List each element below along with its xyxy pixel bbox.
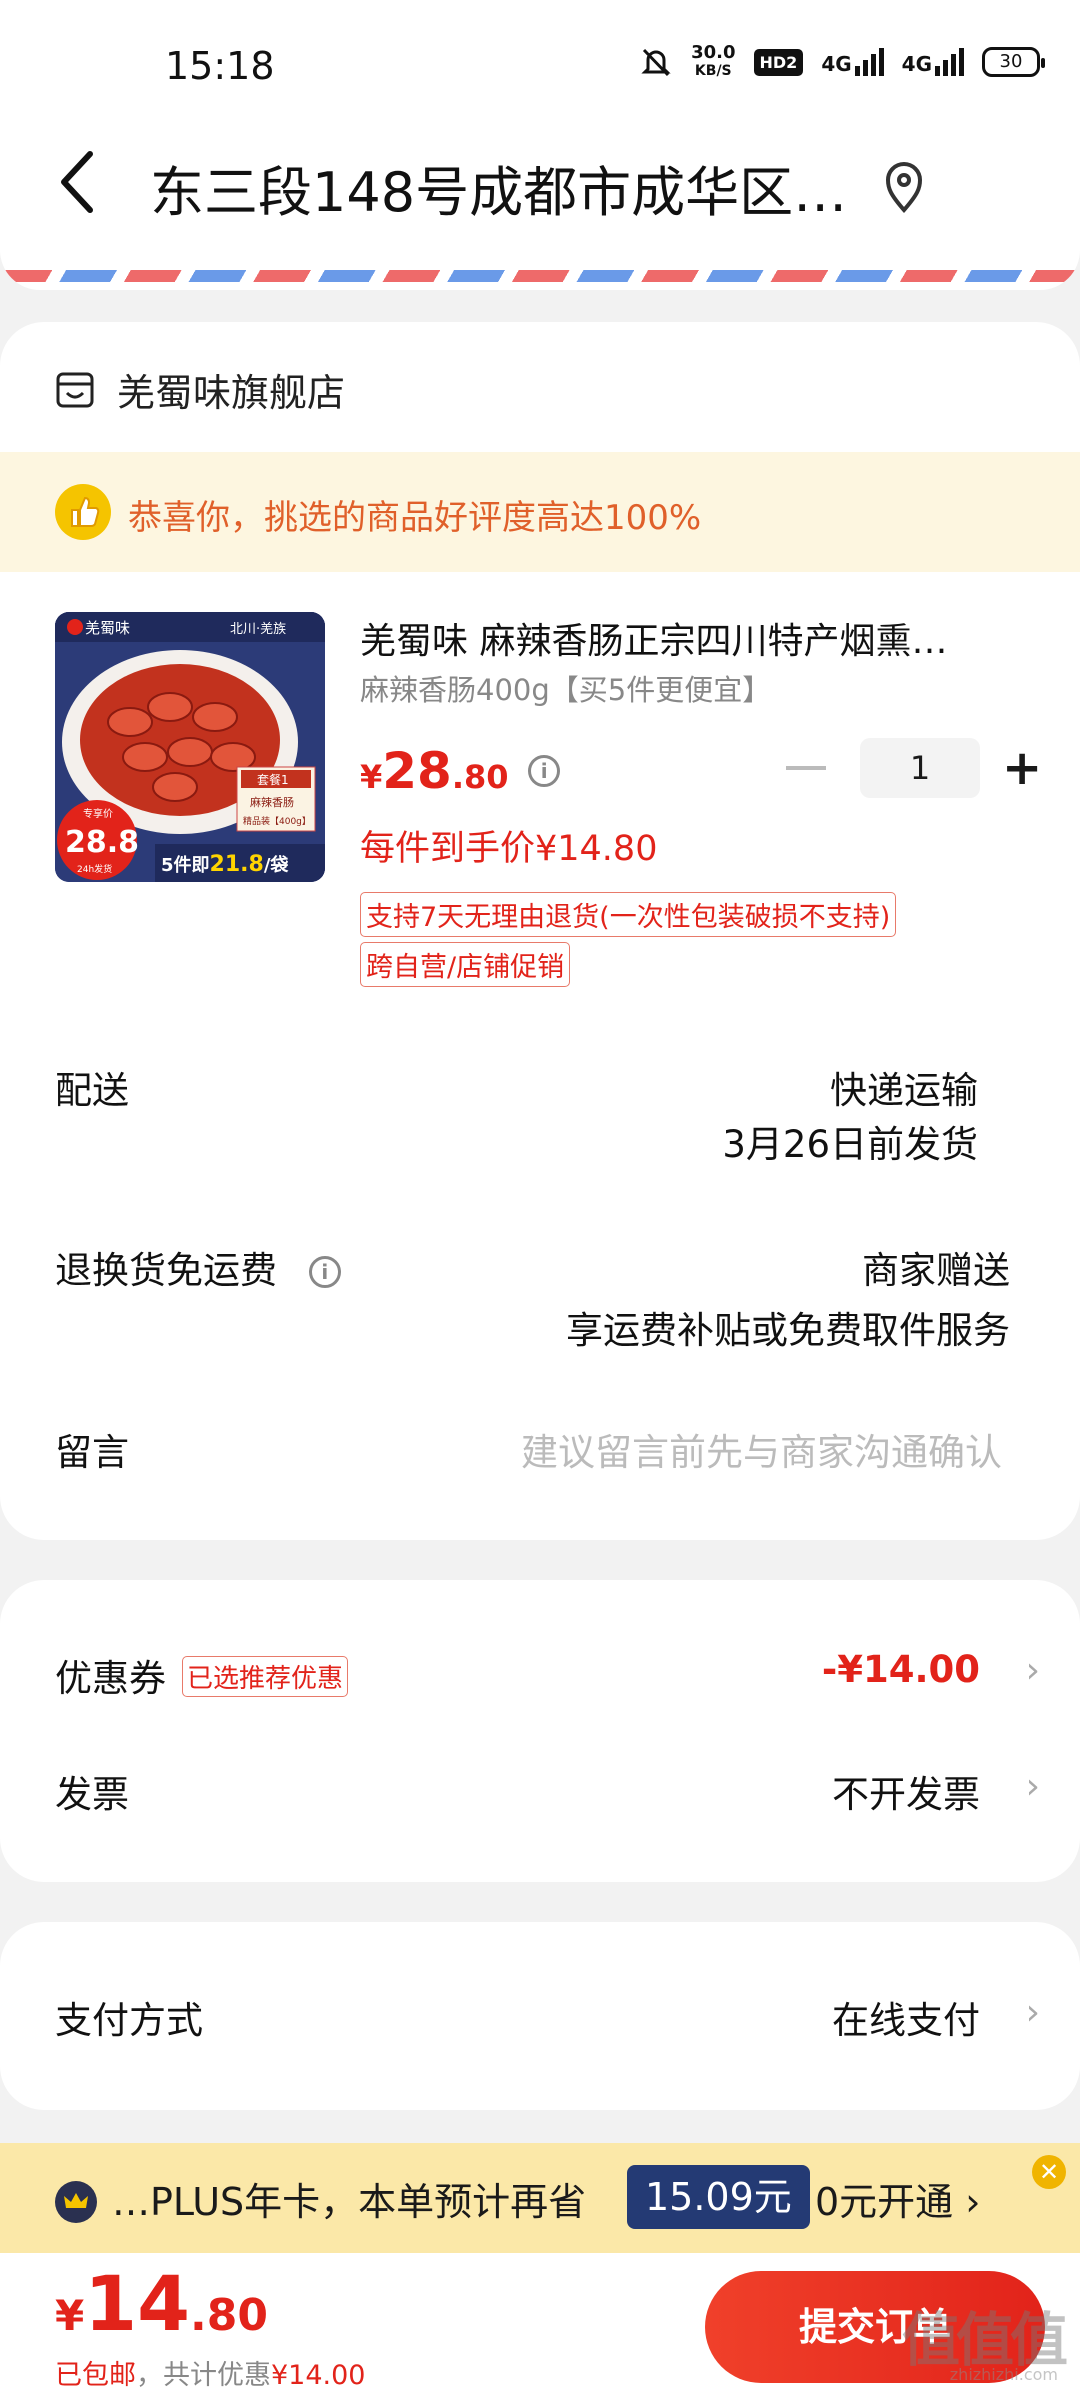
plus-open-link[interactable]: 0元开通 › <box>815 2171 980 2226</box>
location-pin-icon[interactable] <box>880 158 928 216</box>
status-icons: 30.0 KB/S HD2 4G 4G 30 <box>639 42 1045 80</box>
invoice-label: 发票 <box>55 1773 129 1816</box>
coupon-row[interactable]: 优惠券 已选推荐优惠 <box>55 1648 349 1702</box>
product-promo-suffix: /袋 <box>264 854 290 876</box>
message-label: 留言 <box>55 1431 129 1474</box>
delivery-label: 配送 <box>55 1069 129 1112</box>
plus-promo-text: …PLUS年卡，本单预计再省 <box>112 2180 587 2224</box>
payment-value[interactable]: 在线支付 <box>832 1990 980 2044</box>
product-origin-label: 北川·羌族 <box>230 621 286 637</box>
rating-text: 恭喜你，挑选的商品好评度高达100% <box>128 498 702 538</box>
shop-header[interactable]: 羌蜀味旗舰店 <box>55 362 345 417</box>
address-title[interactable]: 东三段148号成都市成华区… <box>150 148 850 227</box>
shop-name: 羌蜀味旗舰店 <box>117 371 346 415</box>
total-price: ¥14.80 <box>55 2259 268 2348</box>
message-input[interactable]: 建议留言前先与商家沟通确认 <box>521 1422 1002 1476</box>
coupon-value[interactable]: -¥14.00 <box>822 1648 980 1691</box>
signal-icon: 4G <box>821 48 884 76</box>
shop-card: 羌蜀味旗舰店 恭喜你，挑选的商品好评度高达100% 羌蜀味 北川·羌族 套餐1 … <box>0 322 1080 1540</box>
hd-voice-icon: HD2 <box>753 48 804 76</box>
product-image[interactable]: 羌蜀味 北川·羌族 套餐1 麻辣香肠 精品装【400g】 专享价 28.8 24… <box>55 612 325 882</box>
product-promo-prefix: 5件即 <box>161 854 210 876</box>
watermark-url: zhizhizhi.com <box>949 2365 1058 2384</box>
total-subtext: 已包邮，共计优惠¥14.00 <box>55 2360 366 2391</box>
product-brand-label: 羌蜀味 <box>85 619 130 637</box>
delivery-date: 3月26日前发货 <box>722 1123 978 1166</box>
promo-tag: 跨自营/店铺促销 <box>360 942 571 987</box>
quantity-value[interactable]: 1 <box>860 738 980 798</box>
return-policy-tag: 支持7天无理由退货(一次性包装破损不支持) <box>360 892 897 937</box>
plus-promo-bar[interactable]: …PLUS年卡，本单预计再省 15.09元 0元开通 › ✕ <box>0 2143 1080 2253</box>
product-set-weight: 精品装【400g】 <box>243 815 311 827</box>
battery-icon: 30 <box>982 47 1045 77</box>
product-price: ¥28.80 i <box>360 742 561 800</box>
back-arrow-icon[interactable] <box>50 142 110 222</box>
return-shipping-label: 退换货免运费 i <box>55 1240 341 1294</box>
payment-card: 支付方式 在线支付 › <box>0 1922 1080 2110</box>
airmail-stripe <box>0 270 1080 282</box>
status-bar: 15:18 30.0 KB/S HD2 4G 4G 30 <box>0 0 1080 120</box>
decrease-button[interactable] <box>786 766 826 770</box>
svg-text:5件即21.8/袋: 5件即21.8/袋 <box>161 852 289 877</box>
header: 东三段148号成都市成华区… <box>0 120 1080 250</box>
quantity-stepper: 1 + <box>786 738 1042 798</box>
rating-banner: 恭喜你，挑选的商品好评度高达100% <box>0 452 1080 572</box>
thumbs-up-icon <box>55 484 111 540</box>
close-icon[interactable]: ✕ <box>1032 2155 1066 2189</box>
address-card-edge <box>0 240 1080 290</box>
return-shipping-detail: 享运费补贴或免费取件服务 <box>566 1309 1010 1352</box>
coupon-chevron-icon[interactable]: › <box>1026 1650 1040 1691</box>
product-badge-sub: 24h发货 <box>77 863 112 875</box>
invoice-value[interactable]: 不开发票 <box>832 1764 980 1818</box>
coupon-label: 优惠券 <box>55 1657 166 1700</box>
payment-label: 支付方式 <box>55 1999 203 2042</box>
store-icon <box>56 372 94 407</box>
return-shipping-value: 商家赠送 <box>862 1249 1010 1292</box>
increase-button[interactable]: + <box>1002 738 1042 798</box>
signal-icon-2: 4G <box>902 48 964 76</box>
return-info-icon[interactable]: i <box>308 1256 341 1288</box>
payment-chevron-icon[interactable]: › <box>1026 1992 1040 2033</box>
delivery-method[interactable]: 快递运输 <box>830 1060 978 1114</box>
product-badge-price: 28.8 <box>65 825 139 860</box>
product-badge-top: 专享价 <box>83 807 113 820</box>
product-title[interactable]: 羌蜀味 麻辣香肠正宗四川特产烟熏… <box>360 612 1010 664</box>
coupon-card: 优惠券 已选推荐优惠 -¥14.00 › 发票 不开发票 › <box>0 1580 1080 1882</box>
coupon-badge: 已选推荐优惠 <box>182 1656 349 1697</box>
mute-bell-icon <box>641 48 671 77</box>
plus-save-amount: 15.09元 <box>627 2165 810 2229</box>
product-promo-price: 21.8 <box>210 852 264 877</box>
product-spec[interactable]: 麻辣香肠400g【买5件更便宜】 <box>360 667 771 709</box>
invoice-chevron-icon[interactable]: › <box>1026 1766 1040 1807</box>
status-time: 15:18 <box>165 44 275 88</box>
network-speed: 30.0 KB/S <box>691 42 736 80</box>
product-set-item: 麻辣香肠 <box>250 795 294 809</box>
plus-crown-icon <box>55 2181 97 2223</box>
checkout-bar: ¥14.80 已包邮，共计优惠¥14.00 提交订单 值值值 zhizhizhi… <box>0 2253 1080 2400</box>
price-info-icon[interactable]: i <box>528 755 561 787</box>
unit-price: 每件到手价¥14.80 <box>360 829 658 869</box>
product-set-label: 套餐1 <box>257 772 289 787</box>
